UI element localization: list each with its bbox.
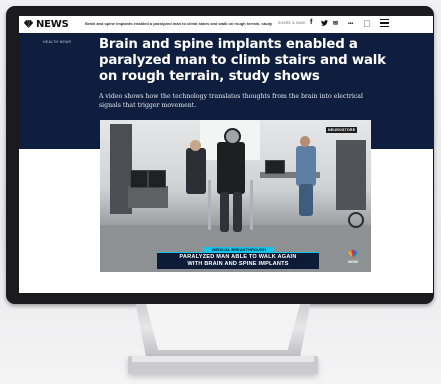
browser-viewport: NEWS Brain and spine implants enabled a … <box>19 16 433 293</box>
screen-prop <box>265 160 285 174</box>
screen-prop <box>148 170 166 188</box>
nav-headline: Brain and spine implants enabled a paral… <box>85 21 273 26</box>
shelf <box>336 140 366 210</box>
person-left <box>186 148 206 194</box>
person-leg <box>220 192 229 232</box>
more-icon[interactable]: ••• <box>348 21 353 27</box>
person-head <box>190 140 201 151</box>
stand-cutout <box>146 304 300 350</box>
section-tag[interactable]: HEALTH NEWS <box>43 40 71 44</box>
wheel <box>348 212 364 228</box>
lower-third-line-1: PARALYZED MAN ABLE TO WALK AGAIN <box>179 254 297 260</box>
walker <box>250 180 253 230</box>
facebook-icon[interactable]: f <box>310 19 312 26</box>
person-leg <box>299 184 313 216</box>
email-icon[interactable]: ✉ <box>333 20 338 27</box>
person-head <box>300 136 310 147</box>
desk <box>128 186 168 208</box>
video-badge: NEUROSTORE <box>326 127 358 133</box>
bookmark-icon[interactable] <box>364 20 370 27</box>
walker <box>208 180 211 230</box>
top-navbar: NEWS Brain and spine implants enabled a … <box>19 16 433 34</box>
network-bug: NOW <box>344 250 362 266</box>
video-player[interactable]: NEUROSTORE MEDICAL BREAKTHROUGH PARALYZE… <box>100 120 371 272</box>
stand-base-top <box>132 356 314 362</box>
screen-prop <box>130 170 148 188</box>
lower-third-line-2: WITH BRAIN AND SPINE IMPLANTS <box>187 260 289 267</box>
nbc-peacock-icon <box>348 250 358 258</box>
person-walking <box>217 142 245 194</box>
share-save-label[interactable]: SHARE & SAVE <box>278 21 306 25</box>
site-logo[interactable]: NEWS <box>23 18 69 31</box>
nbc-peacock-icon <box>23 20 34 28</box>
person-head <box>224 128 241 145</box>
person-leg <box>233 192 242 232</box>
logo-text: NEWS <box>36 19 69 30</box>
article-dek: A video shows how the technology transla… <box>99 93 363 109</box>
network-bug-text: NOW <box>348 259 358 264</box>
person-right <box>296 146 316 186</box>
twitter-icon[interactable] <box>321 20 328 28</box>
article-headline: Brain and spine implants enabled a paral… <box>99 37 386 84</box>
menu-icon[interactable] <box>380 19 389 28</box>
lower-third: MEDICAL BREAKTHROUGH PARALYZED MAN ABLE … <box>157 247 319 269</box>
lower-third-banner: PARALYZED MAN ABLE TO WALK AGAIN WITH BR… <box>157 252 319 269</box>
